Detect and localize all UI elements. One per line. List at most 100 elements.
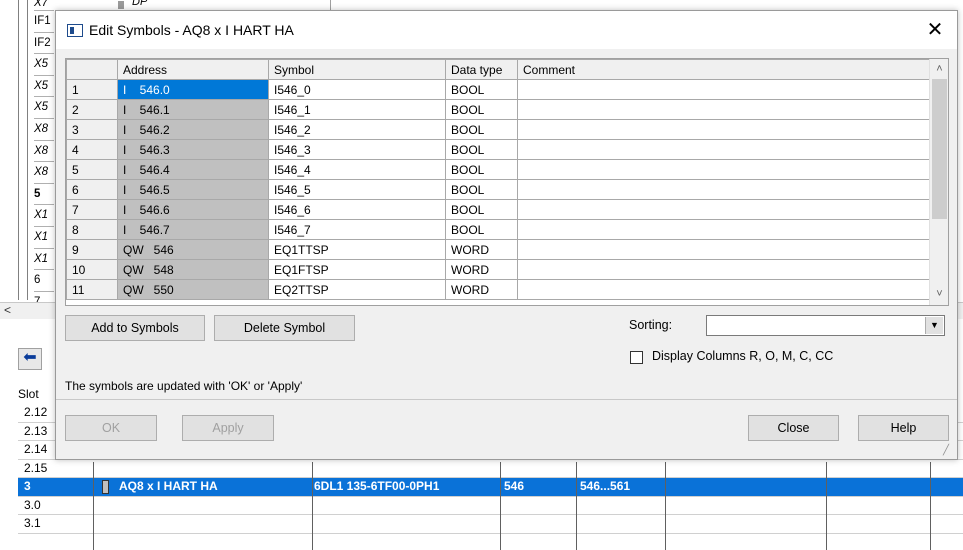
data-type-cell[interactable]: WORD <box>445 279 518 300</box>
address-cell[interactable]: I 546.4 <box>117 159 269 180</box>
close-icon[interactable]: ✕ <box>922 17 948 43</box>
ok-button[interactable]: OK <box>65 415 157 441</box>
apply-button[interactable]: Apply <box>182 415 274 441</box>
symbol-cell[interactable]: EQ1FTSP <box>268 259 446 280</box>
data-type-cell[interactable]: BOOL <box>445 79 518 100</box>
comment-cell[interactable] <box>517 259 930 280</box>
column-header-symbol[interactable]: Symbol <box>268 59 446 80</box>
row-number-cell[interactable]: 6 <box>66 179 118 200</box>
table-row[interactable]: 6I 546.5 I546_5 BOOL <box>66 179 930 200</box>
slot-label[interactable]: 6 <box>34 270 54 292</box>
symbol-cell[interactable]: I546_6 <box>268 199 446 220</box>
column-header-address[interactable]: Address <box>117 59 269 80</box>
address-cell[interactable]: QW 550 <box>117 279 269 300</box>
comment-cell[interactable] <box>517 79 930 100</box>
table-row[interactable]: 3.0 <box>18 497 963 515</box>
comment-cell[interactable] <box>517 279 930 300</box>
symbol-cell[interactable]: I546_7 <box>268 219 446 240</box>
slot-label[interactable]: X8 <box>34 119 54 141</box>
address-cell[interactable]: I 546.3 <box>117 139 269 160</box>
slot-label[interactable]: IF2 <box>34 33 54 55</box>
symbol-cell[interactable]: I546_0 <box>268 79 446 100</box>
slot-label[interactable]: 5 <box>34 184 54 206</box>
row-number-cell[interactable]: 3 <box>66 119 118 140</box>
symbol-cell[interactable]: I546_4 <box>268 159 446 180</box>
slot-label[interactable]: X8 <box>34 141 54 163</box>
symbol-cell[interactable]: I546_5 <box>268 179 446 200</box>
comment-cell[interactable] <box>517 159 930 180</box>
table-row[interactable]: 8I 546.7 I546_7 BOOL <box>66 219 930 240</box>
data-type-cell[interactable]: WORD <box>445 239 518 260</box>
address-cell[interactable]: QW 548 <box>117 259 269 280</box>
sorting-dropdown[interactable]: ▼ <box>706 315 945 336</box>
slot-label[interactable]: X7 <box>34 0 54 11</box>
slot-label[interactable]: X1 <box>34 205 54 227</box>
symbol-cell[interactable]: I546_1 <box>268 99 446 120</box>
comment-cell[interactable] <box>517 199 930 220</box>
row-number-cell[interactable]: 11 <box>66 279 118 300</box>
delete-symbol-button[interactable]: Delete Symbol <box>214 315 355 341</box>
scroll-up-icon[interactable]: ˄ <box>930 61 948 78</box>
comment-cell[interactable] <box>517 139 930 160</box>
data-type-cell[interactable]: BOOL <box>445 199 518 220</box>
table-row[interactable]: 2I 546.1 I546_1 BOOL <box>66 99 930 120</box>
scroll-down-icon[interactable]: ˅ <box>930 286 948 303</box>
table-row[interactable]: 11 QW 550 EQ2TTSP WORD <box>66 279 930 300</box>
row-number-cell[interactable]: 8 <box>66 219 118 240</box>
column-header-comment[interactable]: Comment <box>517 59 930 80</box>
slot-label[interactable]: IF1 <box>34 11 54 33</box>
dropdown-arrow-icon[interactable]: ▼ <box>925 317 943 334</box>
data-type-cell[interactable]: BOOL <box>445 139 518 160</box>
table-row[interactable]: 7I 546.6 I546_6 BOOL <box>66 199 930 220</box>
data-type-cell[interactable]: BOOL <box>445 219 518 240</box>
add-to-symbols-button[interactable]: Add to Symbols <box>65 315 205 341</box>
address-cell[interactable]: QW 546 <box>117 239 269 260</box>
size-grip-icon[interactable]: ╱ <box>943 445 955 457</box>
comment-cell[interactable] <box>517 119 930 140</box>
row-number-cell[interactable]: 5 <box>66 159 118 180</box>
back-arrow-icon[interactable]: ⬅ <box>18 348 42 370</box>
table-row[interactable]: 5I 546.4 I546_4 BOOL <box>66 159 930 180</box>
data-type-cell[interactable]: BOOL <box>445 99 518 120</box>
row-number-cell[interactable]: 9 <box>66 239 118 260</box>
help-button[interactable]: Help <box>858 415 949 441</box>
row-number-cell[interactable]: 1 <box>66 79 118 100</box>
scroll-thumb[interactable] <box>932 79 947 219</box>
symbol-cell[interactable]: I546_2 <box>268 119 446 140</box>
data-type-cell[interactable]: BOOL <box>445 179 518 200</box>
address-cell[interactable]: I 546.1 <box>117 99 269 120</box>
module-label[interactable]: DP <box>118 0 328 9</box>
address-cell[interactable]: I 546.0 <box>117 79 269 100</box>
comment-cell[interactable] <box>517 99 930 120</box>
row-number-cell[interactable]: 4 <box>66 139 118 160</box>
slot-label[interactable]: X1 <box>34 227 54 249</box>
data-type-cell[interactable]: BOOL <box>445 119 518 140</box>
table-row[interactable]: 2.15 <box>18 460 963 478</box>
symbol-cell[interactable]: EQ2TTSP <box>268 279 446 300</box>
vertical-scrollbar[interactable]: ˄ ˅ <box>929 59 948 305</box>
table-row[interactable]: 9 QW 546 EQ1TTSP WORD <box>66 239 930 260</box>
row-number-cell[interactable]: 2 <box>66 99 118 120</box>
table-row-selected[interactable]: 3 AQ8 x I HART HA 6DL1 135-6TF00-0PH1 54… <box>18 478 963 497</box>
data-type-cell[interactable]: BOOL <box>445 159 518 180</box>
symbol-cell[interactable]: EQ1TTSP <box>268 239 446 260</box>
address-cell[interactable]: I 546.2 <box>117 119 269 140</box>
table-row[interactable]: 4I 546.3 I546_3 BOOL <box>66 139 930 160</box>
data-type-cell[interactable]: WORD <box>445 259 518 280</box>
table-row[interactable]: 3I 546.2 I546_2 BOOL <box>66 119 930 140</box>
row-number-cell[interactable]: 10 <box>66 259 118 280</box>
table-row[interactable]: 3.1 <box>18 515 963 534</box>
column-header-data-type[interactable]: Data type <box>445 59 518 80</box>
comment-cell[interactable] <box>517 219 930 240</box>
symbol-cell[interactable]: I546_3 <box>268 139 446 160</box>
table-row[interactable]: 1I 546.0 I546_0 BOOL <box>66 79 930 100</box>
address-cell[interactable]: I 546.6 <box>117 199 269 220</box>
slot-label[interactable]: X5 <box>34 97 54 119</box>
scroll-left-icon[interactable]: < <box>4 303 11 317</box>
slot-label[interactable]: X5 <box>34 54 54 76</box>
row-number-cell[interactable]: 7 <box>66 199 118 220</box>
display-columns-checkbox[interactable] <box>630 351 643 364</box>
address-cell[interactable]: I 546.5 <box>117 179 269 200</box>
close-button[interactable]: Close <box>748 415 839 441</box>
comment-cell[interactable] <box>517 239 930 260</box>
